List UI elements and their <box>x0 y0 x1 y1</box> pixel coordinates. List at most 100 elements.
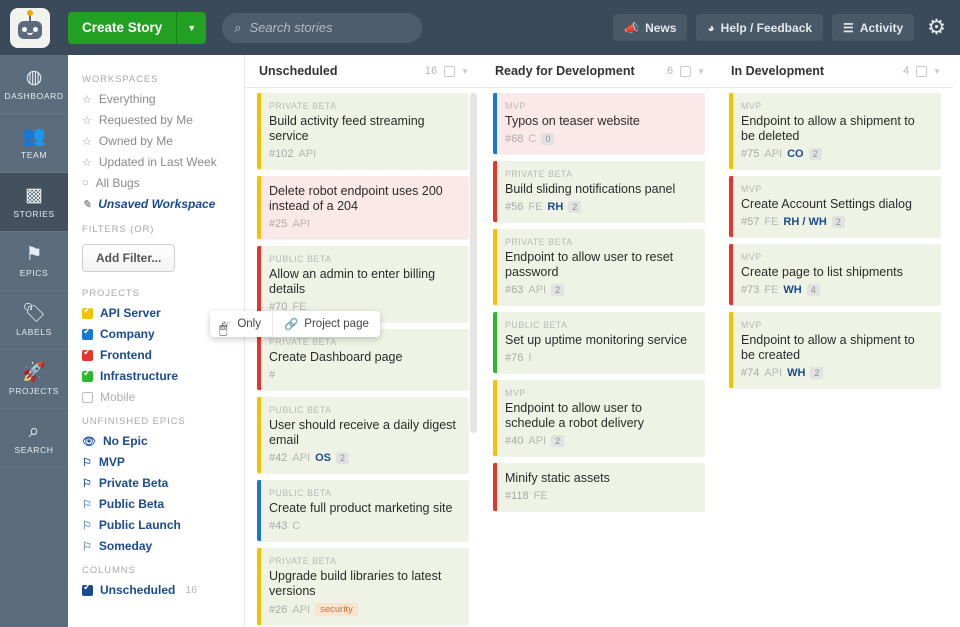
star-icon: ☆ <box>82 93 92 106</box>
card-meta: #68 C 0 <box>505 133 695 145</box>
workspaces-list: ☆ Everything ☆ Requested by Me ☆ Owned by Me ☆… <box>82 92 244 211</box>
epic-item-private-beta[interactable]: ⚐ Private Beta <box>82 476 244 490</box>
link-icon: 🔗 <box>283 319 299 331</box>
project-item-infrastructure[interactable]: Infrastructure <box>82 368 244 383</box>
rail-item-projects[interactable]: 🚀 PROJECTS <box>0 350 68 409</box>
create-story-button[interactable]: Create Story ▼ <box>68 11 207 44</box>
rail-item-epics[interactable]: ⚑ EPICS <box>0 232 68 291</box>
board-column-ready-for-development: Ready for Development 6 ▼ MVP Typos on tease… <box>481 55 717 627</box>
epic-item-label: Private Beta <box>98 476 169 490</box>
story-card[interactable]: MVP Create Account Settings dialog #57 FE RH… <box>729 176 941 237</box>
epic-item-label: MVP <box>98 455 125 469</box>
news-button[interactable]: 📣 News <box>613 14 688 41</box>
project-item-mobile[interactable]: Mobile <box>82 390 244 404</box>
rail-item-labels[interactable]: 🏷 LABELS <box>0 291 68 350</box>
column-filter-label: Unscheduled <box>100 583 176 597</box>
story-card[interactable]: MVP Typos on teaser website #68 C 0 <box>493 93 705 154</box>
chevron-down-icon[interactable]: ▼ <box>933 67 941 76</box>
column-filter-unscheduled[interactable]: Unscheduled 16 <box>82 582 244 597</box>
robot-logo[interactable] <box>10 7 50 48</box>
checkbox-icon[interactable] <box>82 391 93 403</box>
rail-item-search[interactable]: ⌕ SEARCH <box>0 409 68 468</box>
story-card[interactable]: Minify static assets #118 FE <box>493 463 705 511</box>
card-epic: PUBLIC BETA <box>269 488 332 498</box>
story-card[interactable]: MVP Endpoint to allow a shipment to be cr… <box>729 312 941 388</box>
card-epic: PUBLIC BETA <box>269 405 332 415</box>
card-id: #68 <box>505 133 524 145</box>
card-epic: MVP <box>741 184 762 194</box>
card-owners: OS <box>315 452 331 464</box>
workspace-item-all-bugs[interactable]: ○ All Bugs <box>82 176 244 190</box>
story-card[interactable]: PRIVATE BETA Build sliding notifications … <box>493 161 705 222</box>
column-select-checkbox[interactable] <box>444 65 456 77</box>
story-card[interactable]: PUBLIC BETA Create full product marketing… <box>257 480 469 541</box>
story-card[interactable]: PRIVATE BETA Build activity feed streamin… <box>257 93 469 169</box>
question-circle-icon: ◕ <box>707 20 715 35</box>
column-scrollbar[interactable] <box>470 93 477 433</box>
checkbox-checked-icon[interactable] <box>82 326 93 340</box>
workspace-item-unsaved-workspace[interactable]: ✎ Unsaved Workspace <box>82 197 244 211</box>
story-card[interactable]: PRIVATE BETA Endpoint to allow user to re… <box>493 229 705 305</box>
popup-project-page-option[interactable]: 🔗 Project page <box>271 311 380 337</box>
rail-item-dashboard[interactable]: ◍ DASHBOARD <box>0 55 68 114</box>
checkbox-checked-icon[interactable] <box>82 582 93 596</box>
story-card[interactable]: Delete robot endpoint uses 200 instead o… <box>257 176 469 239</box>
card-project: FE <box>533 490 548 502</box>
checkbox-checked-icon[interactable] <box>82 368 93 382</box>
epic-item-mvp[interactable]: ⚐ MVP <box>82 455 244 469</box>
column-select-checkbox[interactable] <box>916 65 928 77</box>
card-epic: MVP <box>741 320 762 330</box>
epic-item-public-beta[interactable]: ⚐ Public Beta <box>82 497 244 511</box>
card-estimate: 2 <box>551 435 565 447</box>
story-card[interactable]: PRIVATE BETA Create Dashboard page # <box>257 329 469 390</box>
epic-item-label: Public Beta <box>98 497 165 511</box>
columns-list: Unscheduled 16 <box>82 582 244 597</box>
rail-item-stories[interactable]: ▩ STORIES <box>0 173 68 232</box>
workspace-item-label: Everything <box>98 92 156 106</box>
card-owners: WH <box>783 284 802 296</box>
epic-item-no-epic[interactable]: 👁 No Epic <box>82 434 244 448</box>
column-select-checkbox[interactable] <box>680 65 692 77</box>
gear-icon[interactable]: ⚙ <box>927 15 946 40</box>
column-title: In Development <box>731 64 825 78</box>
activity-button[interactable]: ☰ Activity <box>832 14 915 41</box>
checkbox-checked-icon[interactable] <box>82 305 93 319</box>
card-owners: RH <box>547 201 564 213</box>
rail-item-team[interactable]: 👥 TEAM <box>0 114 68 173</box>
chevron-down-icon[interactable]: ▼ <box>697 67 705 76</box>
project-item-label: Mobile <box>100 390 136 404</box>
search-input[interactable] <box>249 20 411 35</box>
top-bar: Create Story ▼ ⌕ 📣 News ◕ Help / Feedbac… <box>0 0 960 55</box>
workspace-item-everything[interactable]: ☆ Everything <box>82 92 244 106</box>
card-estimate: 2 <box>808 148 822 160</box>
workspace-item-requested-by-me[interactable]: ☆ Requested by Me <box>82 113 244 127</box>
chevron-down-icon[interactable]: ▼ <box>177 23 206 33</box>
card-epic: PRIVATE BETA <box>505 169 573 179</box>
add-filter-button[interactable]: Add Filter... <box>82 244 176 272</box>
card-project: API <box>528 435 547 447</box>
search-box[interactable]: ⌕ <box>222 12 423 43</box>
card-estimate: 2 <box>810 367 824 379</box>
story-card[interactable]: PUBLIC BETA User should receive a daily d… <box>257 397 469 473</box>
card-title: Endpoint to allow a shipment to be creat… <box>741 333 915 362</box>
checkbox-checked-icon[interactable] <box>82 347 93 361</box>
card-meta: #118 FE <box>505 490 695 502</box>
story-card[interactable]: PRIVATE BETA Upgrade build libraries to l… <box>257 548 469 625</box>
story-card[interactable]: PUBLIC BETA Set up uptime monitoring serv… <box>493 312 705 373</box>
help-feedback-button[interactable]: ◕ Help / Feedback <box>696 14 824 41</box>
workspace-item-owned-by-me[interactable]: ☆ Owned by Me <box>82 134 244 148</box>
project-context-popup[interactable]: ☞ Only 🔗 Project page <box>210 311 380 337</box>
workspace-item-updated-in-last-week[interactable]: ☆ Updated in Last Week <box>82 155 244 169</box>
epic-item-someday[interactable]: ⚐ Someday <box>82 539 244 553</box>
card-meta: #56 FE RH 2 <box>505 201 695 213</box>
chevron-down-icon[interactable]: ▼ <box>461 67 469 76</box>
story-card[interactable]: MVP Create page to list shipments #73 FE WH 4 <box>729 244 941 305</box>
create-story-label: Create Story <box>68 11 178 44</box>
story-card[interactable]: MVP Endpoint to allow user to schedule a … <box>493 380 705 456</box>
project-item-frontend[interactable]: Frontend <box>82 347 244 362</box>
card-meta: #75 API CO 2 <box>741 148 931 160</box>
card-label-tag[interactable]: security <box>315 603 358 616</box>
epic-item-public-launch[interactable]: ⚐ Public Launch <box>82 518 244 532</box>
story-card[interactable]: MVP Endpoint to allow a shipment to be de… <box>729 93 941 169</box>
project-item-label: Company <box>100 327 155 341</box>
